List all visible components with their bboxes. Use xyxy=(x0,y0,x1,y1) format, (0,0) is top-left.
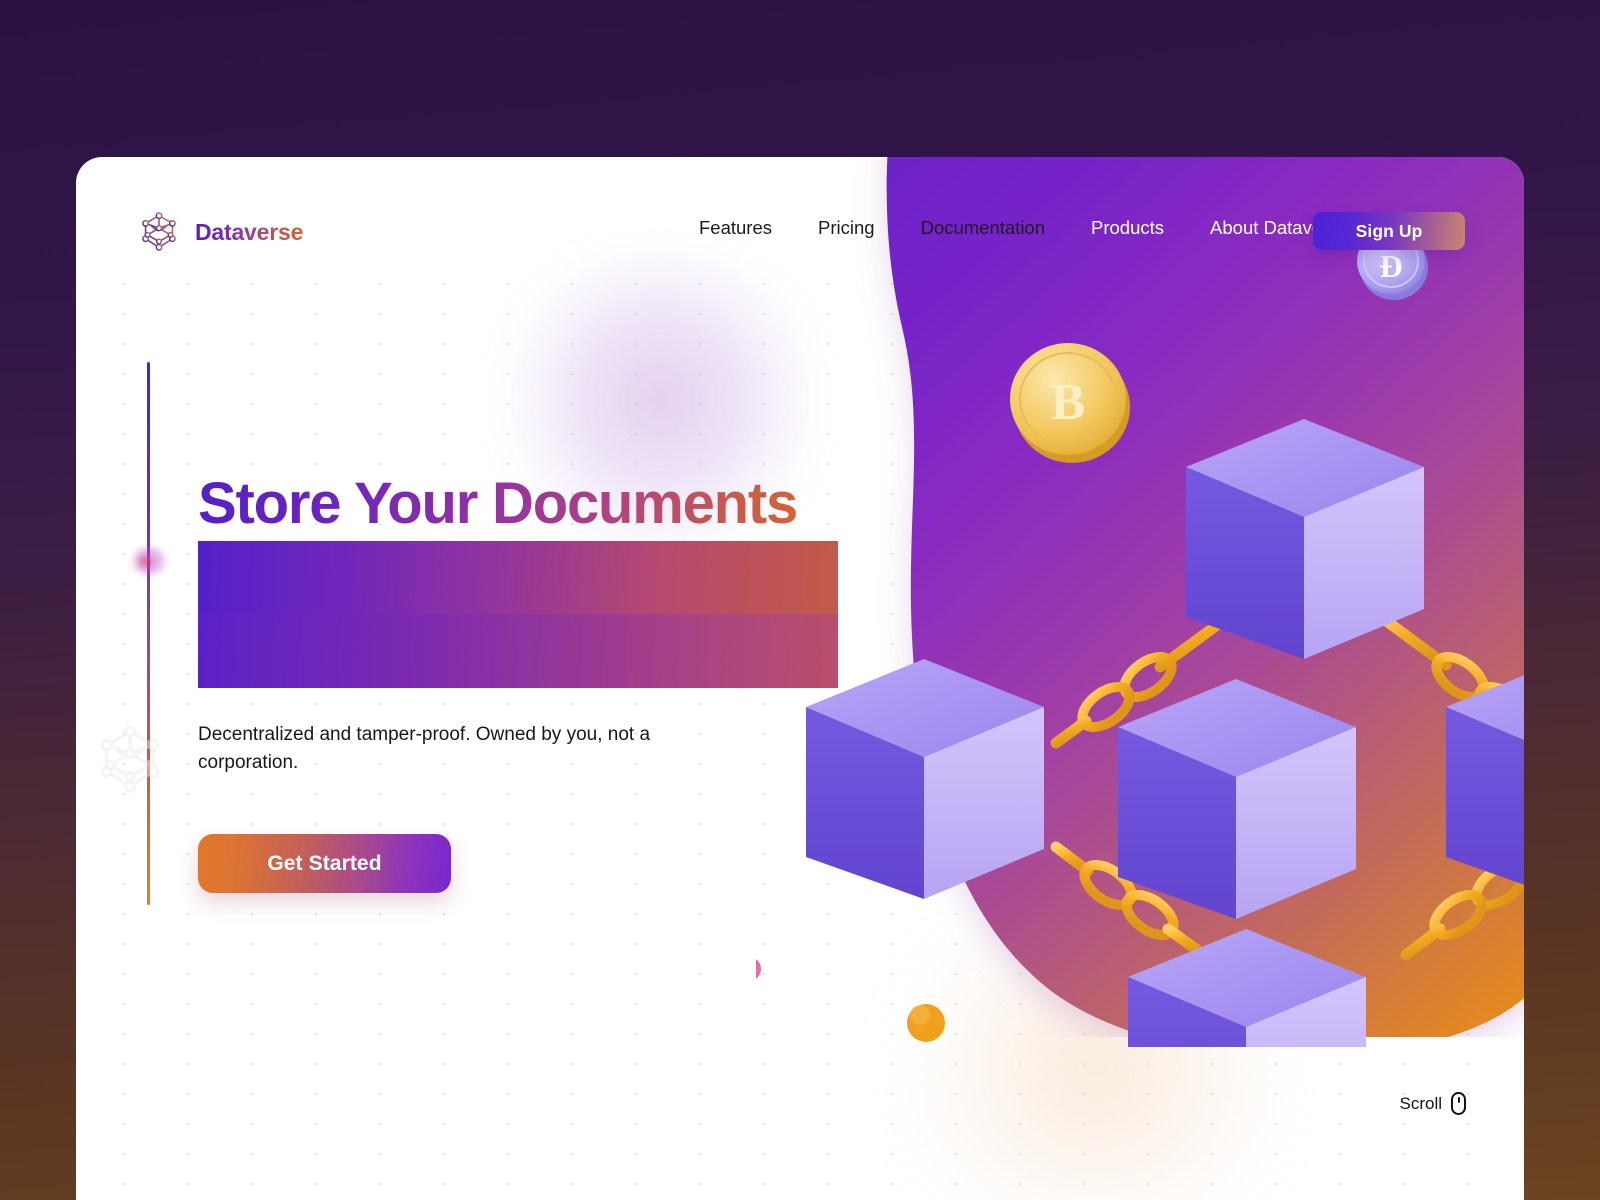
scroll-indicator[interactable]: Scroll xyxy=(1399,1092,1466,1115)
hero-section: Store Your Documents Forever. Securely. … xyxy=(198,467,838,894)
network-watermark-icon-secondary xyxy=(100,725,160,793)
nav-item-features[interactable]: Features xyxy=(676,217,795,239)
headline-line-2: Forever. Securely. xyxy=(198,540,838,615)
brand-logo[interactable]: Dataverse xyxy=(136,209,303,255)
headline-line-1: Store Your Documents xyxy=(198,467,838,541)
svg-text:B: B xyxy=(1051,374,1086,431)
pink-sphere xyxy=(737,957,761,981)
sign-up-button[interactable]: Sign Up xyxy=(1313,212,1465,250)
page-card: B Ð L xyxy=(76,157,1524,1200)
main-navigation: Features Pricing Documentation Products … xyxy=(676,217,1371,239)
mouse-icon xyxy=(1451,1092,1466,1115)
hero-subcopy: Decentralized and tamper-proof. Owned by… xyxy=(198,723,651,774)
nav-item-products[interactable]: Products xyxy=(1068,217,1187,239)
nav-item-documentation[interactable]: Documentation xyxy=(898,217,1068,239)
cube-bottom xyxy=(1128,929,1366,1169)
accent-glow-node xyxy=(130,547,168,575)
page-title: Store Your Documents Forever. Securely. … xyxy=(198,467,838,688)
orange-sphere-hl xyxy=(910,1005,930,1025)
cube-center xyxy=(1118,679,1356,919)
nav-item-pricing[interactable]: Pricing xyxy=(795,217,898,239)
brand-name: Dataverse xyxy=(195,218,304,245)
bitcoin-coin: B xyxy=(1010,343,1130,463)
network-nodes-icon xyxy=(142,212,176,251)
headline-line-3: Transparently. xyxy=(198,614,838,688)
scroll-label: Scroll xyxy=(1399,1093,1442,1113)
site-header: Dataverse Features Pricing Documentation… xyxy=(76,157,1524,307)
cube-top xyxy=(1186,419,1424,659)
cube-left xyxy=(806,659,1044,899)
get-started-button[interactable]: Get Started xyxy=(198,834,451,894)
vertical-accent-line xyxy=(147,362,150,905)
